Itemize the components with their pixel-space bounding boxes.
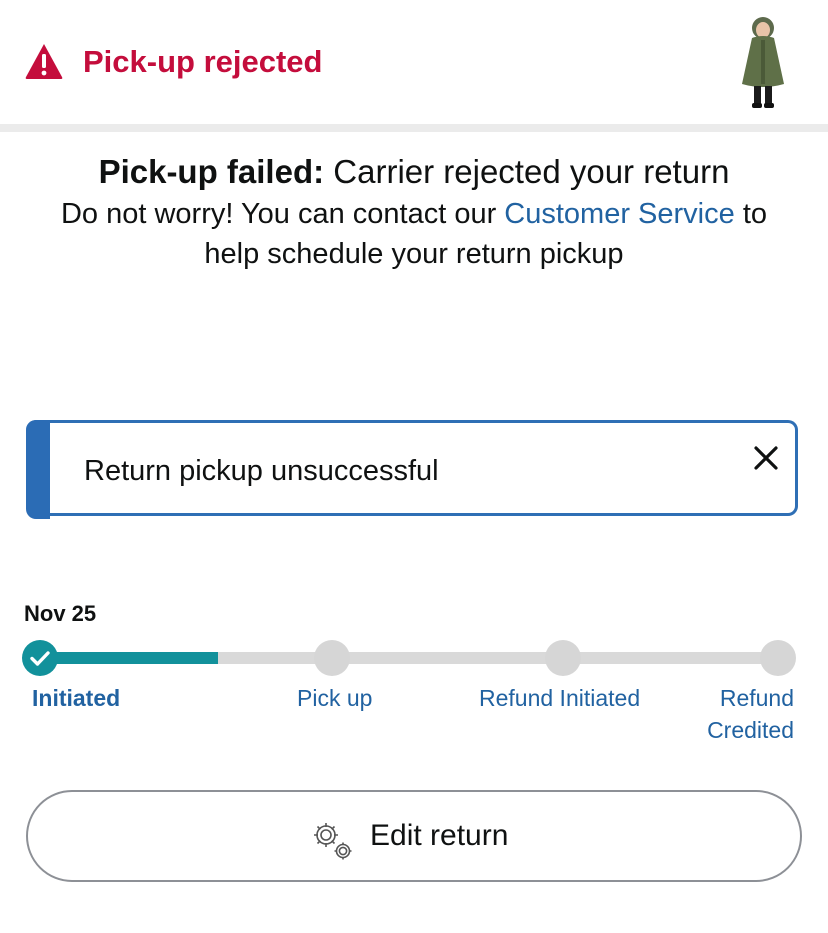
product-image[interactable]: [732, 14, 794, 110]
edit-return-label: Edit return: [370, 819, 509, 852]
page-header: Pick-up rejected: [0, 0, 828, 124]
page-title: Pick-up rejected: [83, 44, 323, 79]
customer-service-link[interactable]: Customer Service: [504, 198, 734, 230]
alert-accent-bar: [26, 420, 50, 519]
step-dot-initiated: [22, 640, 58, 676]
step-label-initiated: Initiated: [32, 685, 121, 711]
headline-text: Carrier rejected your return: [324, 153, 730, 190]
step-dot-refund-credited: [760, 640, 796, 676]
message-headline: Pick-up failed: Carrier rejected your re…: [60, 150, 768, 194]
section-divider: [0, 124, 828, 132]
message-body: Do not worry! You can contact our Custom…: [60, 194, 768, 274]
step-dot-pickup: [314, 640, 350, 676]
step-label-refund-initiated: Refund Initiated: [479, 685, 641, 711]
step-label-pickup: Pick up: [297, 685, 373, 711]
progress-fill: [40, 652, 218, 664]
warning-triangle-icon: [25, 44, 63, 79]
close-icon[interactable]: [748, 440, 784, 476]
gear-icon: [314, 823, 352, 860]
headline-bold: Pick-up failed:: [98, 153, 325, 190]
step-dot-refund-initiated: [545, 640, 581, 676]
body-text-before: Do not worry! You can contact our: [60, 198, 505, 230]
progress-date: Nov 25: [24, 601, 97, 626]
checkmark-icon: [30, 651, 50, 666]
step-label-refund-credited: Refund Credited: [707, 685, 794, 743]
alert-text: Return pickup unsuccessful: [84, 455, 439, 487]
failure-message: Pick-up failed: Carrier rejected your re…: [60, 150, 768, 274]
